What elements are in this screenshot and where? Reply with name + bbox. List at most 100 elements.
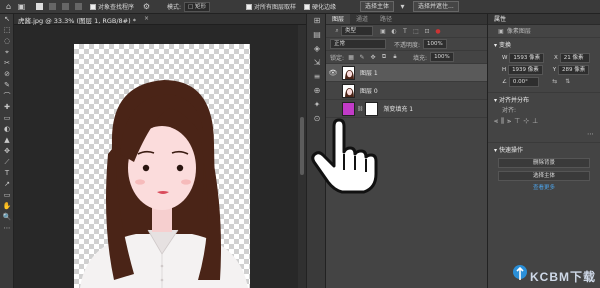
select-subject-button[interactable]: 选择主体 [360, 1, 395, 12]
layer-thumbnail [342, 65, 355, 80]
filter-smart-icon[interactable]: ⊡ [423, 28, 431, 35]
enhance-edge-checkbox[interactable] [304, 3, 311, 10]
panel-strip-icon-2[interactable]: ◈ [307, 42, 327, 56]
watermark-text: KCBM下载 [530, 270, 596, 284]
select-subject-button[interactable]: 选择主体 [498, 171, 590, 181]
chevron-down-icon[interactable]: ▾ [494, 42, 497, 49]
tool-icon-10[interactable]: ◐ [0, 124, 14, 135]
scrollbar-thumb[interactable] [300, 117, 304, 175]
tool-icon-4[interactable]: ✂ [0, 58, 14, 69]
layer-filter-select[interactable]: 类型 [341, 26, 373, 36]
tool-icon-1[interactable]: ⬚ [0, 25, 14, 36]
pixel-layer-icon: ▣ [498, 28, 504, 35]
align-bottom-icon[interactable]: ⊥ [532, 117, 538, 126]
add-selection-icon[interactable] [49, 3, 56, 10]
lock-label: 锁定: [330, 54, 345, 62]
layer-row-layer0[interactable]: 图层 0 [326, 82, 487, 100]
pixel-layer-label: 像素图层 [506, 28, 531, 35]
tab-channels[interactable]: 通道 [350, 14, 374, 24]
vertical-scrollbar[interactable] [298, 25, 306, 288]
align-top-icon[interactable]: ⊤ [514, 117, 520, 126]
align-vcenter-icon[interactable]: ⊹ [523, 117, 529, 126]
panel-strip-icon-1[interactable]: ▤ [307, 28, 327, 42]
lock-artboard-icon[interactable]: ⧉ [380, 53, 388, 61]
lock-paint-icon[interactable]: ✎ [358, 54, 366, 61]
lock-transparent-icon[interactable]: ▦ [347, 54, 355, 61]
filter-pixel-icon[interactable]: ▣ [379, 28, 387, 35]
align-left-icon[interactable]: ⫷ [494, 117, 498, 126]
tool-icon-15[interactable]: ↗ [0, 179, 14, 190]
tab-paths[interactable]: 路径 [374, 14, 398, 24]
subtract-selection-icon[interactable] [62, 3, 69, 10]
tool-icon-17[interactable]: ✋ [0, 201, 14, 212]
tool-icon-8[interactable]: ✚ [0, 102, 14, 113]
remove-background-button[interactable]: 删除背景 [498, 158, 590, 168]
filter-shape-icon[interactable]: ⬚ [412, 28, 420, 35]
panel-strip-icon-0[interactable]: ⊞ [307, 14, 327, 28]
more-options-icon[interactable]: ⋯ [587, 130, 594, 138]
properties-title: 属性 [488, 14, 600, 25]
sample-all-checkbox[interactable] [246, 3, 252, 10]
tool-icon-19[interactable]: ⋯ [0, 223, 14, 234]
tool-icon-16[interactable]: ▭ [0, 190, 14, 201]
filter-adjust-icon[interactable]: ◐ [390, 28, 398, 35]
x-input[interactable]: 21 像素 [559, 53, 590, 63]
y-input[interactable]: 289 像素 [558, 65, 590, 75]
panel-strip-icon-4[interactable]: ≡ [307, 70, 327, 84]
chevron-down-icon[interactable]: ▾ [494, 147, 497, 154]
layer-row-layer1[interactable]: 👁︎ 图层 1 [326, 64, 487, 82]
layer-row-gradient-fill[interactable]: ⛓ 渐变填充 1 [326, 100, 487, 118]
opacity-value[interactable]: 100% [423, 39, 447, 49]
tool-icon-6[interactable]: ✎ [0, 80, 14, 91]
y-label: Y [552, 67, 557, 73]
home-icon[interactable]: ⌂ [4, 2, 13, 11]
filter-type-icon[interactable]: T [401, 28, 409, 35]
settings-icon[interactable]: ⚙ [142, 2, 151, 11]
align-label: 对齐: [502, 107, 517, 114]
panel-strip-icon-6[interactable]: ✦ [307, 98, 327, 112]
panel-strip-icon-5[interactable]: ⊕ [307, 84, 327, 98]
document-tab[interactable]: 虎酱.jpg @ 33.3% (图层 1, RGB/8#) * × [14, 14, 306, 25]
align-right-icon[interactable]: ⫸ [507, 117, 511, 126]
angle-input[interactable]: 0.00° [508, 77, 539, 87]
tool-icon-7[interactable]: ⌒ [0, 91, 14, 102]
close-icon[interactable]: × [144, 15, 149, 22]
tool-icon-18[interactable]: 🔍 [0, 212, 14, 223]
lock-position-icon[interactable]: ✥ [369, 54, 377, 61]
view-more-link[interactable]: 查看更多 [498, 184, 590, 194]
fill-value[interactable]: 100% [430, 52, 454, 62]
h-label: H [502, 67, 507, 73]
tool-icon-14[interactable]: T [0, 168, 14, 179]
lock-all-icon[interactable]: 🔒︎ [391, 53, 399, 61]
tool-icon-3[interactable]: ⌖ [0, 47, 14, 58]
h-input[interactable]: 1939 像素 [508, 65, 543, 75]
align-hcenter-icon[interactable]: ⫼ [501, 117, 504, 126]
filter-toggle-icon[interactable]: ● [434, 28, 442, 35]
eye-icon[interactable]: 👁︎ [326, 69, 340, 77]
panel-strip-icon-3[interactable]: ⇲ [307, 56, 327, 70]
move-tool-icon[interactable]: ▣ [17, 2, 26, 11]
tool-icon-9[interactable]: ▭ [0, 113, 14, 124]
auto-select-checkbox[interactable] [90, 3, 96, 10]
tool-icon-11[interactable]: ▲ [0, 135, 14, 146]
tool-icon-5[interactable]: ⊘ [0, 69, 14, 80]
document-canvas[interactable] [74, 44, 250, 288]
blend-mode-select[interactable]: 正常 [330, 39, 386, 49]
canvas-workspace[interactable] [14, 25, 298, 288]
flip-horizontal-icon[interactable]: ⇆ [551, 76, 559, 87]
select-and-mask-button[interactable]: 选择并遮住... [413, 1, 459, 12]
intersect-selection-icon[interactable] [75, 3, 82, 10]
flip-vertical-icon[interactable]: ⇅ [564, 76, 572, 87]
chevron-down-icon[interactable]: ▾ [494, 97, 497, 104]
transform-fields: W 1593 像素 X 21 像素 H 1939 像素 Y 289 像素 ∠ 0… [488, 50, 600, 88]
tool-icon-12[interactable]: ✥ [0, 146, 14, 157]
tool-icon-2[interactable]: ◌ [0, 36, 14, 47]
w-input[interactable]: 1593 像素 [509, 53, 545, 63]
tool-icon-13[interactable]: ⟋ [0, 157, 14, 168]
mode-select[interactable]: □ 矩形 [184, 1, 210, 12]
options-bar: ⌂ ▣ 对象查找程序 ⚙ 模式: □ 矩形 对所有图层取样 硬化边缘 选择主体 … [0, 0, 600, 14]
tool-icon-0[interactable]: ↖ [0, 14, 14, 25]
tab-layers[interactable]: 图层 [326, 14, 351, 24]
chevron-down-icon[interactable]: ▾ [398, 2, 407, 11]
new-selection-icon[interactable] [36, 3, 43, 10]
